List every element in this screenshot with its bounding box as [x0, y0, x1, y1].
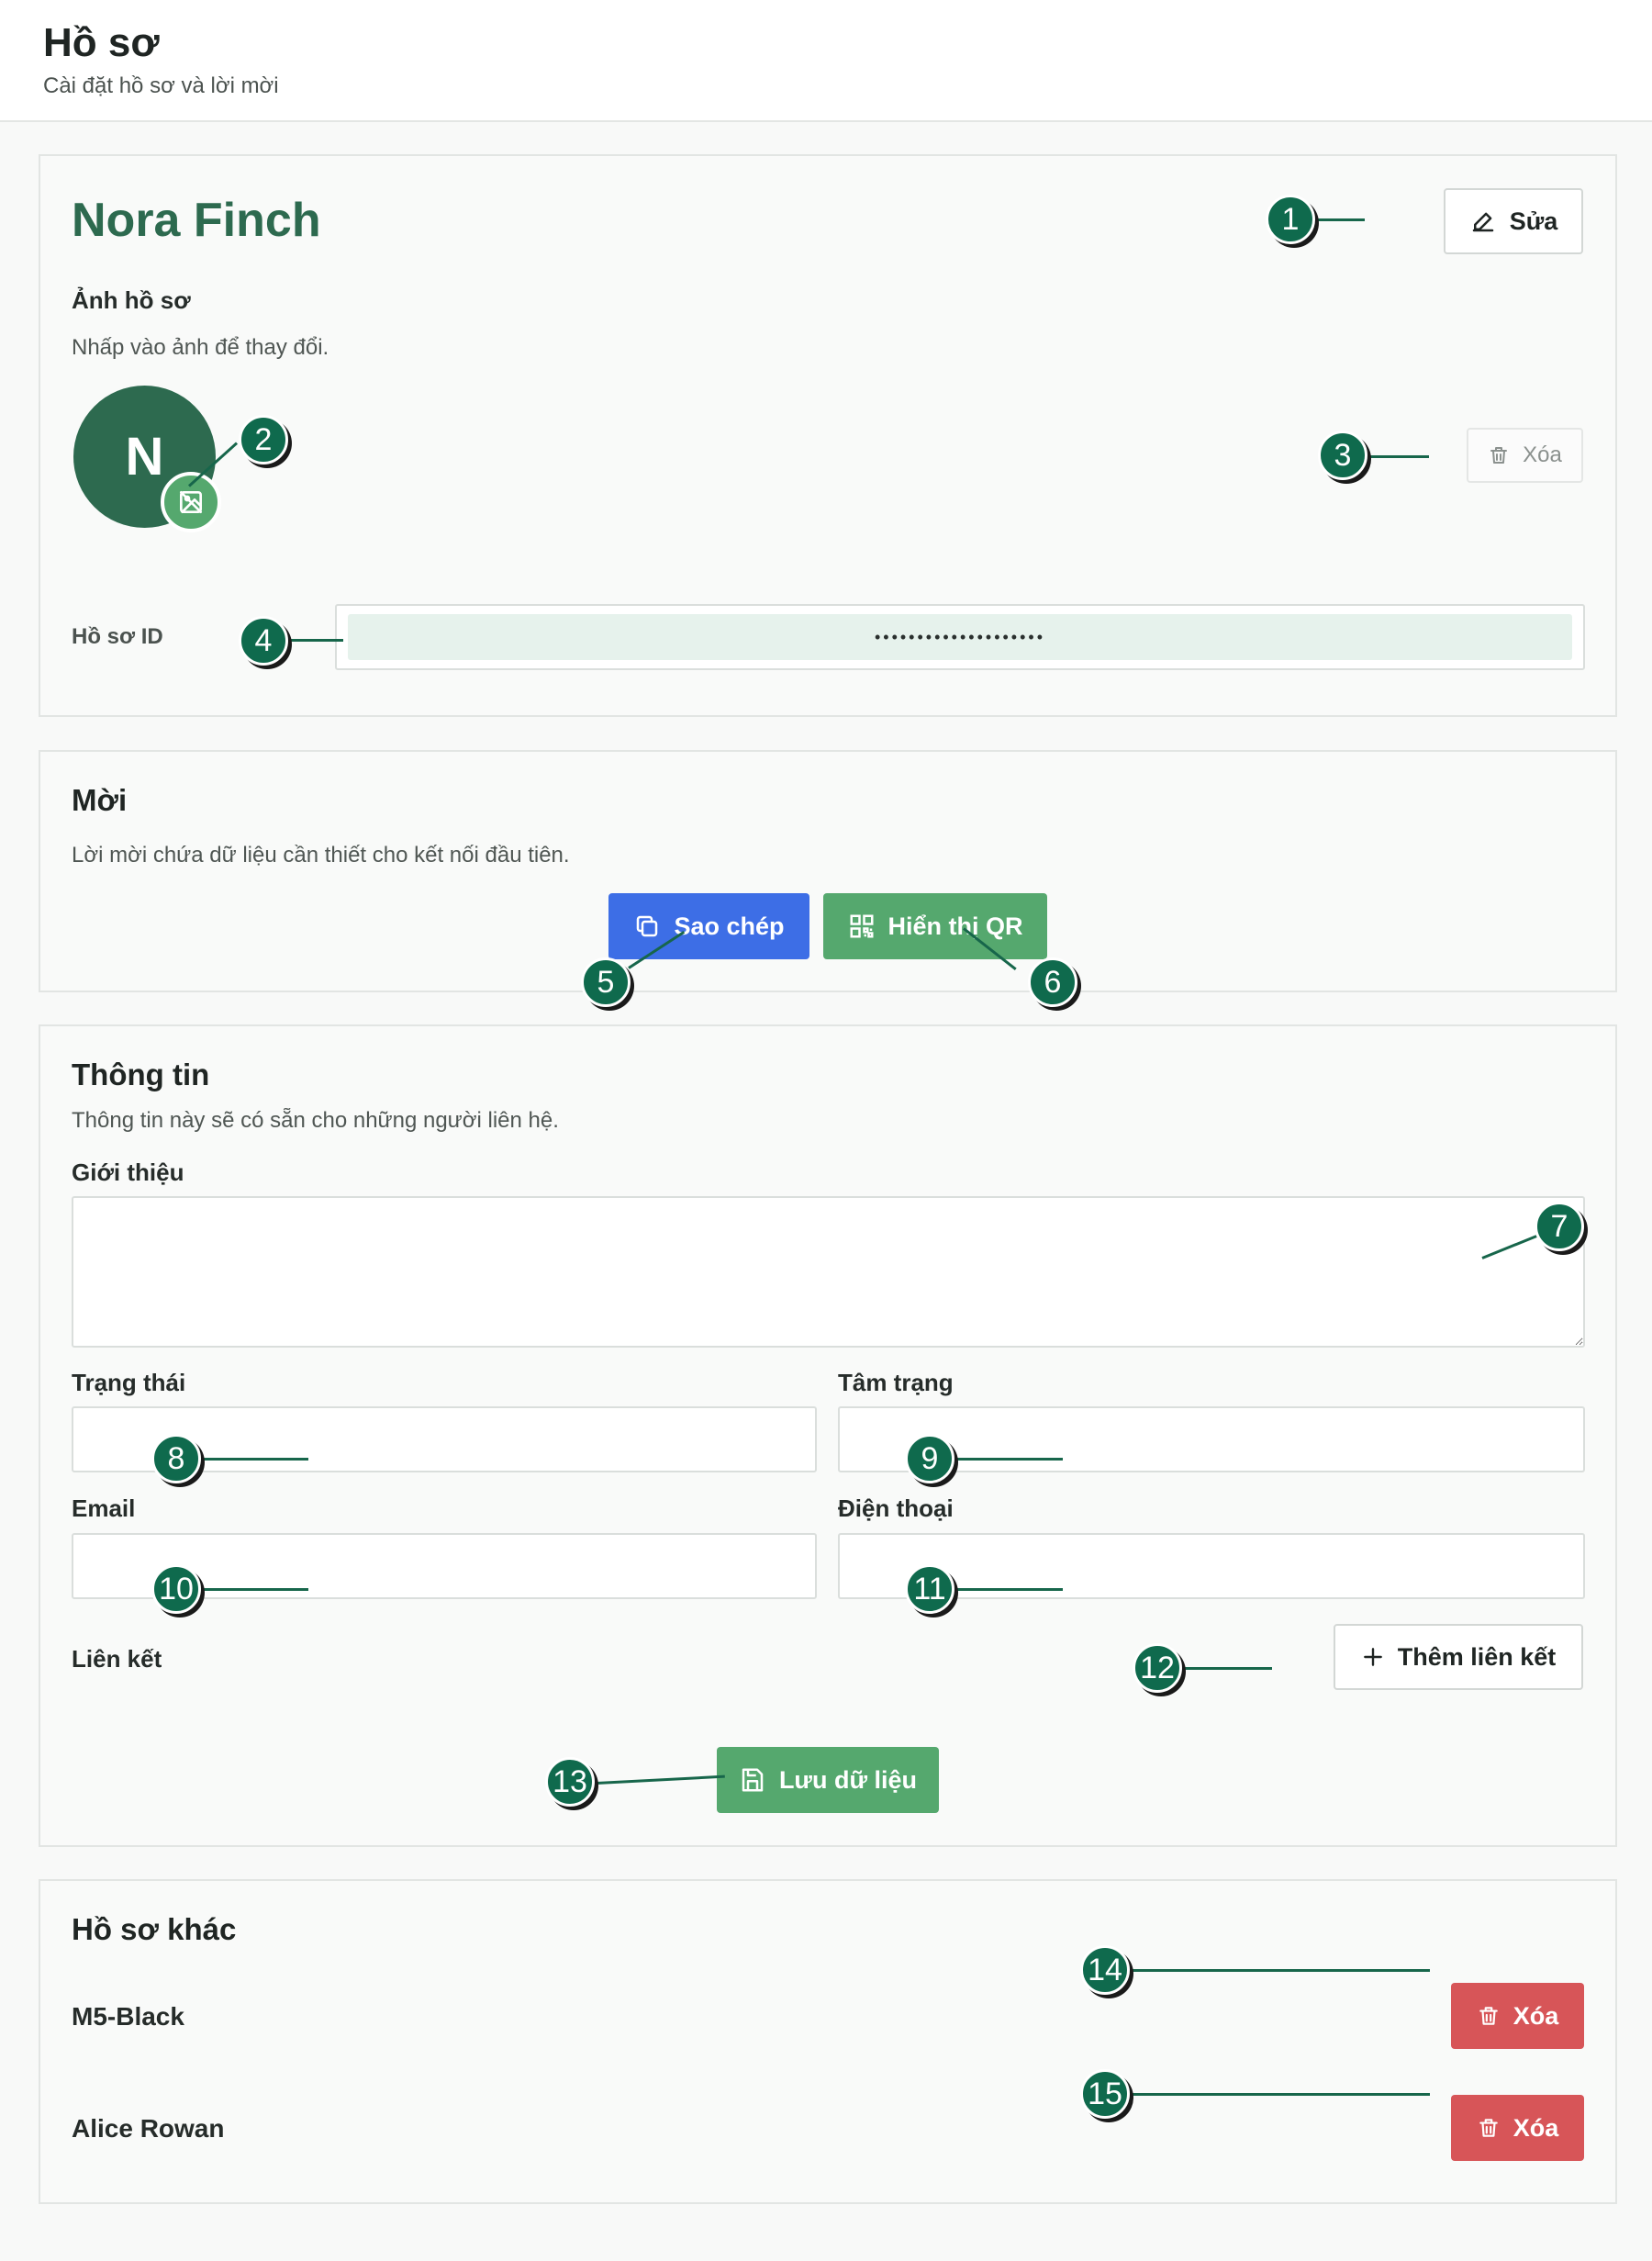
links-label: Liên kết: [72, 1645, 162, 1673]
delete-photo-label: Xóa: [1523, 442, 1562, 467]
annotation-marker: 2: [239, 415, 288, 465]
trash-icon: [1477, 2116, 1501, 2140]
edit-profile-button[interactable]: Sửa: [1444, 188, 1583, 254]
page-title: Hồ sơ: [43, 20, 160, 65]
annotation-marker: 8: [151, 1434, 201, 1483]
annotation-marker: 6: [1028, 957, 1077, 1007]
annotation-line: [1314, 218, 1365, 221]
annotation-line: [200, 1458, 308, 1461]
delete-profile-label: Xóa: [1512, 2001, 1559, 2030]
pencil-icon: [1469, 207, 1497, 235]
save-label: Lưu dữ liệu: [778, 1765, 918, 1794]
annotation-marker: 13: [545, 1757, 595, 1807]
copy-invite-button[interactable]: Sao chép: [608, 893, 809, 959]
annotation-line: [1131, 1969, 1430, 1972]
profile-name: Nora Finch: [72, 194, 321, 247]
copy-icon: [633, 912, 661, 940]
intro-label: Giới thiệu: [72, 1158, 184, 1186]
delete-profile-label: Xóa: [1512, 2113, 1559, 2142]
annotation-line: [290, 639, 343, 642]
profile-photo-hint: Nhấp vào ảnh để thay đổi.: [72, 335, 329, 360]
save-data-button[interactable]: Lưu dữ liệu: [717, 1747, 939, 1813]
delete-profile-button[interactable]: Xóa: [1451, 2095, 1584, 2161]
edit-button-label: Sửa: [1509, 207, 1558, 235]
info-description: Thông tin này sẽ có sẵn cho những người …: [72, 1108, 559, 1133]
show-qr-button[interactable]: Hiển thị QR: [823, 893, 1047, 959]
annotation-marker: 4: [239, 616, 288, 666]
annotation-marker: 9: [905, 1434, 954, 1483]
show-qr-label: Hiển thị QR: [887, 912, 1023, 940]
profile-photo-title: Ảnh hồ sơ: [72, 286, 191, 314]
annotation-line: [953, 1588, 1063, 1591]
status-label: Trạng thái: [72, 1369, 186, 1396]
phone-label: Điện thoại: [838, 1494, 954, 1522]
page-subtitle: Cài đặt hồ sơ và lời mời: [43, 73, 279, 98]
annotation-line: [1184, 1667, 1272, 1670]
save-icon: [739, 1766, 766, 1794]
other-profiles-card: [39, 1879, 1617, 2204]
profile-id-label: Hồ sơ ID: [72, 624, 163, 649]
annotation-line: [1367, 455, 1429, 458]
info-title: Thông tin: [72, 1058, 210, 1091]
other-profile-name: Alice Rowan: [72, 2114, 225, 2143]
annotation-line: [200, 1588, 308, 1591]
invite-title: Mời: [72, 783, 128, 817]
other-profiles-title: Hồ sơ khác: [72, 1912, 237, 1946]
qr-code-icon: [848, 912, 876, 940]
annotation-marker: 15: [1080, 2069, 1130, 2119]
annotation-marker: 3: [1318, 431, 1367, 480]
invite-description: Lời mời chứa dữ liệu cần thiết cho kết n…: [72, 843, 570, 867]
delete-photo-button[interactable]: Xóa: [1467, 428, 1583, 483]
trash-icon: [1477, 2004, 1501, 2028]
mood-label: Tâm trạng: [838, 1369, 954, 1396]
annotation-marker: 1: [1266, 195, 1315, 244]
add-link-button[interactable]: Thêm liên kết: [1334, 1624, 1583, 1690]
add-link-label: Thêm liên kết: [1397, 1642, 1557, 1671]
annotation-marker: 5: [581, 957, 631, 1007]
profile-id-value: ••••••••••••••••••••: [348, 614, 1572, 660]
annotation-marker: 11: [905, 1564, 954, 1614]
annotation-marker: 7: [1535, 1202, 1584, 1251]
profile-id-field[interactable]: ••••••••••••••••••••: [335, 604, 1585, 670]
other-profile-name: M5-Black: [72, 2002, 184, 2031]
annotation-line: [1131, 2093, 1430, 2096]
annotation-marker: 10: [151, 1564, 201, 1614]
intro-textarea[interactable]: [72, 1196, 1585, 1348]
copy-label: Sao chép: [674, 912, 785, 940]
annotation-line: [953, 1458, 1063, 1461]
annotation-marker: 12: [1133, 1643, 1182, 1693]
plus-icon: [1361, 1645, 1385, 1669]
email-label: Email: [72, 1494, 136, 1522]
delete-profile-button[interactable]: Xóa: [1451, 1983, 1584, 2049]
annotation-marker: 14: [1080, 1945, 1130, 1995]
page-header: Hồ sơ Cài đặt hồ sơ và lời mời: [0, 0, 1652, 122]
trash-icon: [1488, 444, 1510, 466]
avatar-initial: N: [125, 427, 164, 487]
